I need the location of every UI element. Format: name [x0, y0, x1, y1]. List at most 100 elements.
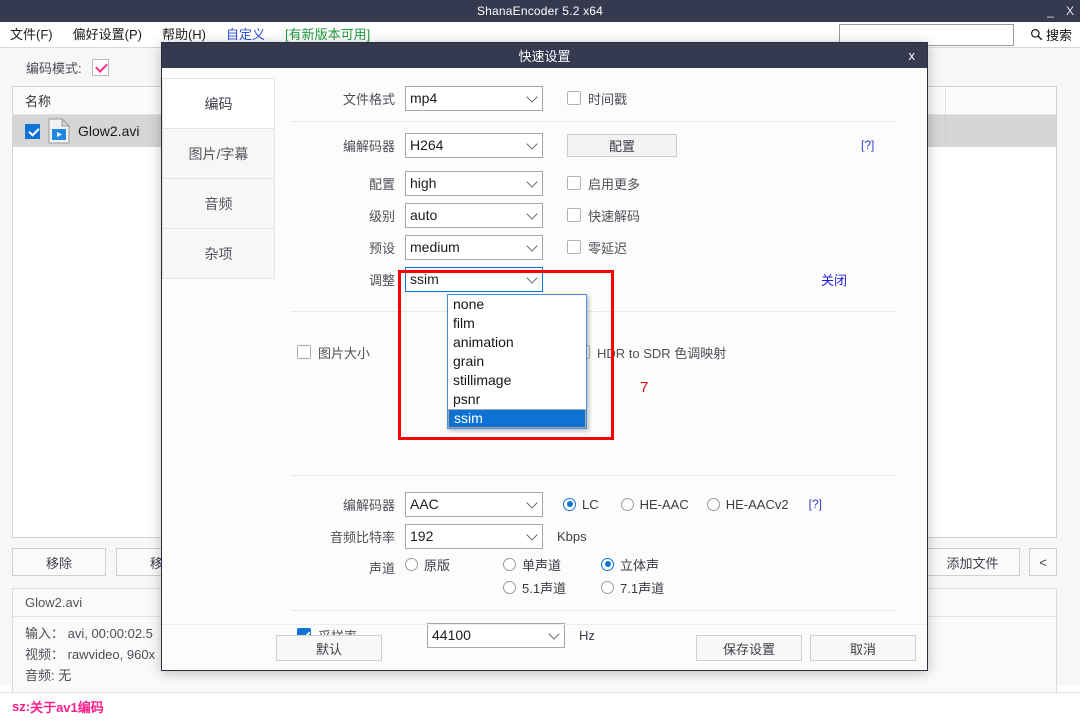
timestamp-checkbox[interactable]	[567, 91, 581, 105]
aac-lc-radio[interactable]	[563, 497, 576, 511]
enable-more-checkbox[interactable]	[567, 176, 581, 190]
zero-latency-checkbox[interactable]	[567, 240, 581, 254]
add-file-button[interactable]: 添加文件	[925, 548, 1020, 576]
channel-stereo-radio[interactable]	[601, 557, 614, 571]
video-codec-help-icon[interactable]: [?]	[861, 138, 874, 152]
fast-decode-checkbox[interactable]	[567, 208, 581, 222]
image-size-checkbox-group[interactable]: 图片大小	[281, 343, 451, 362]
aac-lc-radio-group[interactable]: LC	[563, 497, 599, 512]
channel-mono-radio[interactable]	[503, 557, 516, 571]
dialog-tabs: 编码 图片/字幕 音频 杂项	[162, 68, 275, 670]
tune-select[interactable]: ssim	[405, 266, 543, 292]
channel-51-radio[interactable]	[503, 580, 516, 594]
tune-option-psnr[interactable]: psnr	[448, 390, 586, 409]
enable-more-label: 启用更多	[588, 176, 641, 192]
search-label-group[interactable]: 搜索	[1030, 25, 1072, 44]
tab-audio[interactable]: 音频	[162, 178, 275, 229]
video-codec-row: 编解码器 H264 配置 [?]	[281, 129, 907, 161]
encode-mode-label: 编码模式:	[26, 60, 82, 76]
he-aac-radio-group[interactable]: HE-AAC	[620, 496, 689, 512]
search-label: 搜索	[1045, 28, 1072, 43]
hdr-to-sdr-checkbox-group[interactable]: HDR to SDR 色调映射	[576, 343, 726, 362]
preset-select[interactable]: medium	[405, 234, 543, 260]
row-checkbox[interactable]	[25, 123, 40, 139]
video-codec-select[interactable]: H264	[405, 132, 543, 158]
channels-row-2: 5.1声道 7.1声道	[405, 576, 907, 598]
audio-codec-help-icon[interactable]: [?]	[809, 497, 822, 511]
save-settings-button[interactable]: 保存设置	[696, 635, 802, 661]
statusbar-prefix: sz:	[12, 699, 31, 714]
audio-bitrate-select[interactable]: 192	[405, 523, 543, 549]
tune-option-stillimage[interactable]: stillimage	[448, 371, 586, 390]
close-link[interactable]: 关闭	[821, 270, 847, 289]
he-aac-radio[interactable]	[620, 497, 634, 511]
remove-button[interactable]: 移除	[12, 548, 106, 576]
channel-51-group[interactable]: 5.1声道	[503, 578, 601, 597]
file-format-value: mp4	[410, 90, 438, 106]
channel-stereo-group[interactable]: 立体声	[601, 555, 659, 574]
tune-option-film[interactable]: film	[448, 314, 586, 333]
level-value: auto	[410, 207, 438, 223]
preset-value: medium	[410, 239, 460, 255]
profile-select[interactable]: high	[405, 170, 543, 196]
chevron-down-icon	[526, 91, 538, 103]
level-select[interactable]: auto	[405, 202, 543, 228]
annotation-step-number: 7	[640, 379, 649, 396]
tune-dropdown-list[interactable]: none film animation grain stillimage psn…	[447, 294, 587, 429]
preset-label: 预设	[368, 240, 395, 256]
zero-latency-checkbox-group[interactable]: 零延迟	[567, 238, 627, 257]
image-size-checkbox[interactable]	[297, 345, 311, 359]
he-aacv2-radio-group[interactable]: HE-AACv2	[706, 497, 789, 512]
default-button[interactable]: 默认	[276, 635, 382, 661]
channel-71-radio[interactable]	[601, 580, 614, 594]
column-header-extra	[945, 86, 1056, 115]
fast-decode-checkbox-group[interactable]: 快速解码	[567, 206, 640, 225]
tab-image-subtitle-label: 图片/字幕	[188, 145, 249, 162]
channel-mono-group[interactable]: 单声道	[503, 555, 601, 574]
search-icon	[1030, 28, 1043, 41]
tab-image-subtitle[interactable]: 图片/字幕	[162, 128, 275, 179]
tune-row: 调整 ssim 关闭	[281, 263, 907, 295]
divider-2	[291, 311, 897, 312]
configure-button[interactable]: 配置	[567, 133, 677, 157]
channel-71-group[interactable]: 7.1声道	[601, 578, 664, 597]
tune-value: ssim	[410, 271, 439, 287]
tab-audio-label: 音频	[204, 195, 233, 212]
channel-original-group[interactable]: 原版	[405, 555, 503, 574]
timestamp-checkbox-group[interactable]: 时间戳	[567, 89, 627, 108]
he-aacv2-radio[interactable]	[706, 497, 720, 511]
video-codec-label: 编解码器	[342, 138, 395, 154]
video-codec-value: H264	[410, 137, 444, 153]
dialog-close-icon[interactable]: x	[909, 43, 916, 68]
chevron-down-icon	[526, 529, 538, 541]
encode-mode-checkbox[interactable]	[91, 58, 109, 76]
collapse-button[interactable]: <	[1029, 548, 1057, 576]
channel-original-radio[interactable]	[405, 557, 418, 571]
tab-encode[interactable]: 编码	[162, 78, 275, 129]
tune-option-animation[interactable]: animation	[448, 333, 586, 352]
level-label: 级别	[368, 208, 395, 224]
hdr-to-sdr-label: HDR to SDR 色调映射	[597, 345, 727, 361]
tab-misc[interactable]: 杂项	[162, 228, 275, 279]
menu-file[interactable]: 文件(F)	[0, 22, 63, 48]
tune-option-none[interactable]: none	[448, 295, 586, 314]
chevron-down-icon	[526, 138, 538, 150]
close-button[interactable]: X	[1066, 0, 1074, 22]
divider-4	[291, 610, 897, 611]
channel-71-label: 7.1声道	[620, 580, 665, 596]
audio-codec-select[interactable]: AAC	[405, 491, 543, 517]
file-format-row: 文件格式 mp4 时间戳	[281, 82, 907, 114]
menu-preferences[interactable]: 偏好设置(P)	[63, 22, 152, 48]
enable-more-checkbox-group[interactable]: 启用更多	[567, 174, 640, 193]
cancel-button[interactable]: 取消	[810, 635, 916, 661]
tune-option-ssim[interactable]: ssim	[448, 409, 586, 428]
profile-value: high	[410, 175, 437, 191]
he-aac-label: HE-AAC	[639, 496, 689, 512]
channels-block: 声道 原版 单声道 立体声 5.1声道 7.1声道	[281, 552, 907, 598]
tab-encode-label: 编码	[204, 95, 233, 112]
tune-option-grain[interactable]: grain	[448, 352, 586, 371]
file-format-select[interactable]: mp4	[405, 85, 543, 111]
minimize-button[interactable]: _	[1047, 0, 1054, 22]
audio-bitrate-label: 音频比特率	[329, 529, 395, 545]
statusbar-text[interactable]: 关于av1编码	[30, 697, 104, 716]
